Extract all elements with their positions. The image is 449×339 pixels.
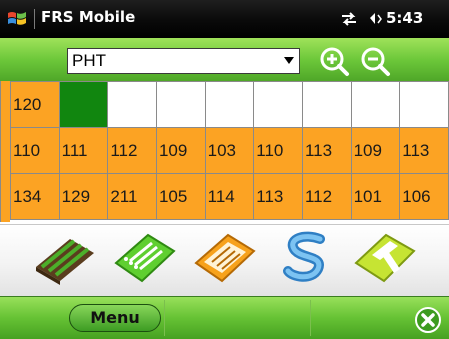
grid-cell[interactable]: 113 xyxy=(301,127,352,174)
grid-cell[interactable] xyxy=(301,81,352,128)
grid-cell[interactable]: 111 xyxy=(58,127,109,174)
grid-cell[interactable] xyxy=(253,81,303,128)
grid-row: 134 129 211 105 114 113 112 101 106 xyxy=(10,173,449,220)
close-circle-icon[interactable] xyxy=(414,306,442,334)
grid-cell[interactable] xyxy=(155,81,206,128)
grid-cell[interactable] xyxy=(204,81,255,128)
title-separator xyxy=(34,9,35,29)
dropdown-value: PHT xyxy=(72,51,106,70)
field-rows-icon[interactable] xyxy=(32,229,98,287)
title-bar: FRS Mobile 5:43 xyxy=(0,0,449,38)
grid-left-edge xyxy=(0,81,10,222)
layer-dropdown[interactable]: PHT xyxy=(67,48,300,74)
grid-cell[interactable]: 112 xyxy=(301,173,352,220)
grid-cell[interactable]: 129 xyxy=(58,173,109,220)
sync-arrows-icon[interactable] xyxy=(340,11,358,27)
zoom-in-icon[interactable] xyxy=(318,45,350,77)
grid-cell[interactable] xyxy=(107,81,157,128)
speaker-icon[interactable] xyxy=(366,11,382,27)
grid-row: 110 111 112 109 103 110 113 109 113 xyxy=(10,127,449,174)
grid-cell[interactable]: 106 xyxy=(399,173,449,220)
s-path-icon[interactable] xyxy=(274,229,340,287)
grid-cell[interactable]: 109 xyxy=(155,127,206,174)
bar-divider xyxy=(164,300,165,336)
grid-cell[interactable]: 113 xyxy=(399,127,449,174)
grid-cell[interactable] xyxy=(399,81,449,128)
grid-cell[interactable]: 120 xyxy=(10,81,60,128)
grid-cell[interactable] xyxy=(58,81,109,128)
clock[interactable]: 5:43 xyxy=(386,9,423,27)
grid-cell[interactable]: 211 xyxy=(107,173,157,220)
grid-cell[interactable]: 112 xyxy=(107,127,157,174)
grid-cell[interactable]: 134 xyxy=(10,173,60,220)
grid-cell[interactable]: 110 xyxy=(10,127,60,174)
notes-sheet-icon[interactable] xyxy=(192,229,258,287)
windows-flag-icon[interactable] xyxy=(6,8,28,30)
grid-cell[interactable]: 109 xyxy=(350,127,401,174)
grid-cell[interactable]: 110 xyxy=(253,127,303,174)
grid-cell[interactable]: 103 xyxy=(204,127,255,174)
grid-row: 120 xyxy=(10,81,449,128)
grid-cell[interactable]: 114 xyxy=(204,173,255,220)
app-title: FRS Mobile xyxy=(41,8,136,26)
grid-cell[interactable] xyxy=(350,81,401,128)
list-sheet-icon[interactable] xyxy=(112,229,178,287)
chevron-down-icon[interactable] xyxy=(284,57,294,64)
menu-button[interactable]: Menu xyxy=(69,304,161,332)
zoom-out-icon[interactable] xyxy=(359,45,391,77)
grid-cell[interactable]: 113 xyxy=(253,173,303,220)
bottom-bar xyxy=(0,296,449,339)
bar-divider xyxy=(310,300,311,336)
plot-grid: 120 110 111 112 109 103 110 113 109 113 134 129 211 1… xyxy=(10,81,449,220)
grid-cell[interactable]: 105 xyxy=(155,173,206,220)
t-tool-icon[interactable] xyxy=(352,229,418,287)
grid-cell[interactable]: 101 xyxy=(350,173,401,220)
